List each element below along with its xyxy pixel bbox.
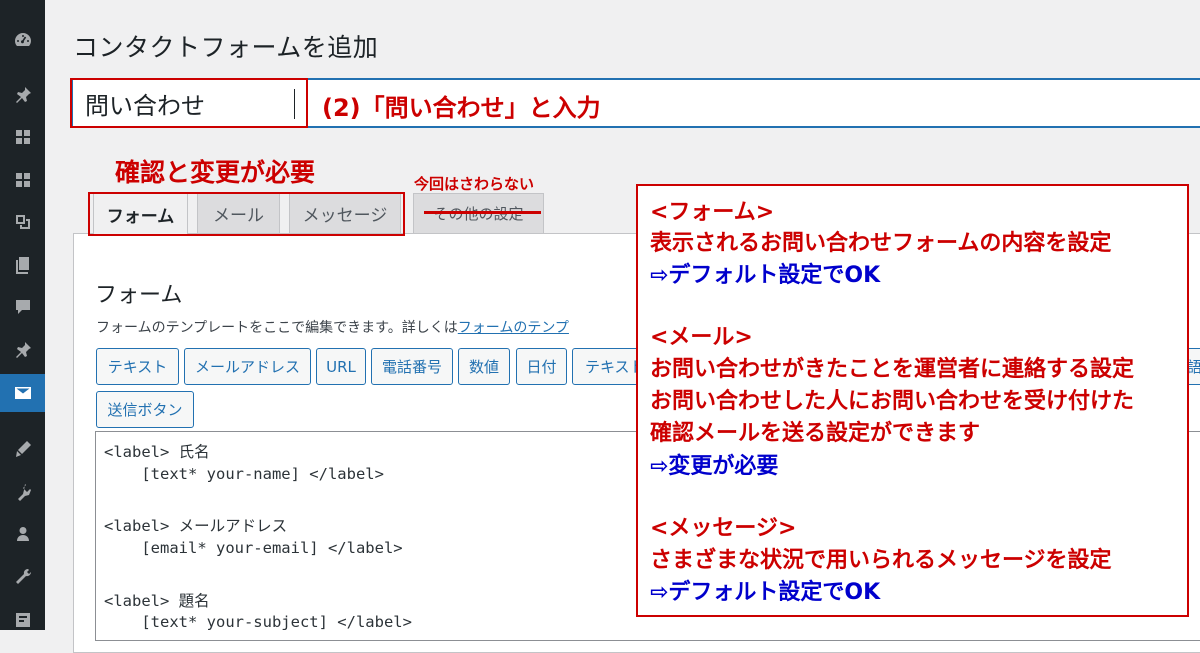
media-icon[interactable] [0,205,45,239]
annotation-mail-heading: <メール> [650,325,753,350]
pages-icon[interactable] [0,248,45,282]
tools-icon[interactable] [0,560,45,594]
tag-tel-button[interactable]: 電話番号 [371,348,453,385]
code-line: <label> メールアドレス [104,517,288,535]
annotation-mail-desc: お問い合わせした人にお問い合わせを受け付けた [650,389,1135,414]
appearance-icon[interactable] [0,432,45,466]
tag-url-button[interactable]: URL [316,348,366,385]
tag-email-button[interactable]: メールアドレス [184,348,311,385]
tag-date-button[interactable]: 日付 [516,348,567,385]
admin-sidebar [0,0,45,630]
panel-description-text: フォームのテンプレートをここで編集できます。詳しくは [96,320,458,336]
users-icon[interactable] [0,517,45,551]
annotation-msg-desc: さまざまな状況で用いられるメッセージを設定 [650,548,1112,573]
annotation-mail-desc: 確認メールを送る設定ができます [650,421,981,446]
tabs-highlight-box [88,192,405,236]
pin-icon[interactable] [0,78,45,112]
annotation-form-desc: 表示されるお問い合わせフォームの内容を設定 [650,231,1112,256]
annotation-form-heading: <フォーム> [650,200,775,225]
tag-number-button[interactable]: 数値 [458,348,510,385]
title-annotation: (2)「問い合わせ」と入力 [322,94,601,122]
blocks-icon[interactable] [0,163,45,197]
docs-link[interactable]: フォームのテンプ [458,320,569,336]
pin-icon[interactable] [0,333,45,367]
tag-text-button[interactable]: テキスト [96,348,179,385]
annotation-msg-action: ⇨デフォルト設定でOK [650,580,881,605]
panel-description: フォームのテンプレートをここで編集できます。詳しくはフォームのテンプ [96,317,569,337]
tag-submit-button[interactable]: 送信ボタン [96,391,194,428]
annotation-mail-desc: お問い合わせがきたことを運営者に連絡する設定 [650,357,1135,382]
code-line: [email* your-email] </label> [104,539,403,557]
dashboard-icon[interactable] [0,23,45,57]
annotation-msg-heading: <メッセージ> [650,516,797,541]
panel-heading: フォーム [95,283,183,308]
annotation-box: <フォーム> 表示されるお問い合わせフォームの内容を設定 ⇨デフォルト設定でOK… [636,184,1189,617]
code-line: [text* your-name] </label> [104,465,384,483]
strikethrough-mark [424,211,541,214]
other-tab-annotation: 今回はさわらない [414,175,535,193]
mail-icon[interactable] [0,374,45,412]
comments-icon[interactable] [0,290,45,324]
code-line: <label> 題名 [104,592,210,610]
annotation-form-action: ⇨デフォルト設定でOK [650,263,881,288]
settings-icon[interactable] [0,602,45,636]
page-title: コンタクトフォームを追加 [73,33,379,62]
title-highlight-box [70,78,308,128]
plugins-icon[interactable] [0,475,45,509]
code-line: [text* your-subject] </label> [104,613,412,631]
annotation-mail-action: ⇨変更が必要 [650,454,779,479]
code-line: <label> 氏名 [104,443,210,461]
tag-textarea-button[interactable]: テキスト [572,348,640,385]
blocks-icon[interactable] [0,120,45,154]
tabs-annotation: 確認と変更が必要 [115,158,316,187]
